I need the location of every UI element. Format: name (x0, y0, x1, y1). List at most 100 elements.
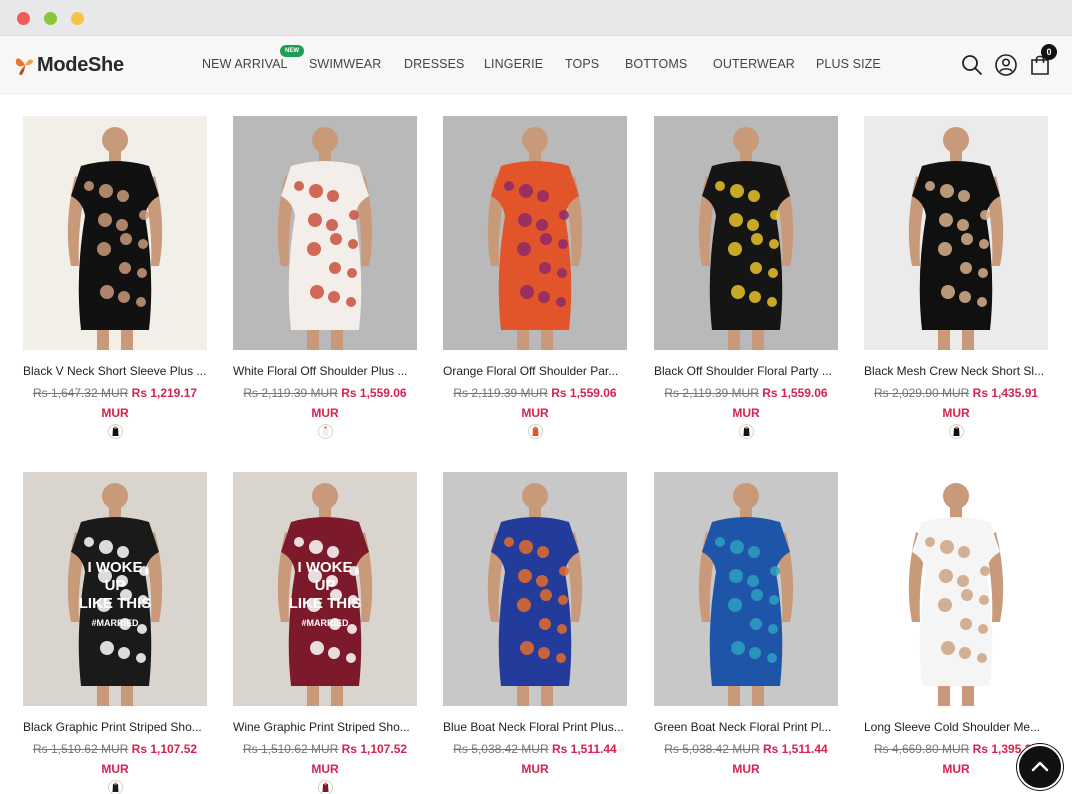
window-titlebar (0, 0, 1072, 36)
product-price: Rs 2,119.39 MUR Rs 1,559.06 MUR (233, 383, 417, 423)
model-photo (443, 116, 627, 350)
product-price: Rs 2,119.39 MUR Rs 1,559.06 MUR (443, 383, 627, 423)
color-swatch[interactable] (318, 424, 333, 439)
chevron-up-icon (1031, 761, 1049, 772)
nav-lingerie[interactable]: LINGERIE (484, 57, 543, 71)
color-swatch[interactable] (739, 424, 754, 439)
minimize-window-button[interactable] (44, 12, 57, 25)
sale-price: Rs 1,559.06 (551, 386, 617, 400)
nav-bottoms[interactable]: BOTTOMS (625, 57, 687, 71)
currency-label: MUR (942, 762, 970, 776)
product-name[interactable]: Orange Floral Off Shoulder Par... (443, 364, 629, 378)
shirt-graphic-text: #MARRIED (91, 618, 139, 628)
sale-price: Rs 1,511.44 (551, 742, 617, 756)
currency-label: MUR (521, 406, 549, 420)
close-window-button[interactable] (17, 12, 30, 25)
product-name[interactable]: Wine Graphic Print Striped Sho... (233, 720, 419, 734)
currency-label: MUR (101, 762, 129, 776)
currency-label: MUR (311, 762, 339, 776)
currency-label: MUR (311, 406, 339, 420)
sale-price: Rs 1,107.52 (341, 742, 408, 756)
product-price: Rs 1,510.62 MUR Rs 1,107.52 MUR (23, 739, 207, 779)
product-image[interactable] (654, 116, 838, 350)
model-photo: I WOKEUPLIKE THIS #MARRIED (23, 472, 207, 706)
currency-label: MUR (732, 406, 760, 420)
product-name[interactable]: Green Boat Neck Floral Print Pl... (654, 720, 840, 734)
product-image[interactable] (864, 472, 1048, 706)
search-icon[interactable] (960, 53, 984, 77)
sale-price: Rs 1,559.06 (762, 386, 828, 400)
shirt-graphic-text: I WOKE (88, 559, 143, 576)
product-image[interactable]: I WOKE UP LIKE THIS #MARRIED (23, 472, 207, 706)
nav-plus-size[interactable]: PLUS SIZE (816, 57, 881, 71)
shirt-graphic-text: I WOKE (298, 559, 353, 576)
product-name[interactable]: Long Sleeve Cold Shoulder Me... (864, 720, 1050, 734)
color-swatch[interactable] (528, 424, 543, 439)
nav-new-arrival[interactable]: NEW ARRIVAL (202, 57, 288, 71)
original-price: Rs 2,119.39 MUR (243, 386, 338, 400)
model-photo (864, 472, 1048, 706)
maximize-window-button[interactable] (71, 12, 84, 25)
shirt-graphic-text: LIKE THIS (79, 595, 152, 612)
product-name[interactable]: Black Mesh Crew Neck Short Sl... (864, 364, 1050, 378)
model-photo (654, 472, 838, 706)
product-name[interactable]: Black V Neck Short Sleeve Plus ... (23, 364, 209, 378)
product-image[interactable] (864, 116, 1048, 350)
model-photo (864, 116, 1048, 350)
original-price: Rs 2,029.90 MUR (873, 386, 970, 400)
product-name[interactable]: Blue Boat Neck Floral Print Plus... (443, 720, 629, 734)
original-price: Rs 1,647.32 MUR (32, 386, 129, 400)
brand-name: ModeShe (37, 53, 124, 76)
product-image[interactable] (23, 116, 207, 350)
nav-outerwear[interactable]: OUTERWEAR (713, 57, 795, 71)
original-price: Rs 1,510.62 MUR (242, 742, 339, 756)
product-price: Rs 5,038.42 MUR Rs 1,511.44 MUR (443, 739, 627, 779)
currency-label: MUR (101, 406, 129, 420)
account-icon[interactable] (994, 53, 1018, 77)
product-image[interactable] (654, 472, 838, 706)
nav-swimwear[interactable]: SWIMWEAR (309, 57, 381, 71)
sale-price: Rs 1,511.44 (762, 742, 828, 756)
original-price: Rs 5,038.42 MUR (453, 742, 549, 756)
sale-price: Rs 1,107.52 (131, 742, 198, 756)
product-image[interactable] (443, 116, 627, 350)
product-image[interactable]: I WOKE UP LIKE THIS #MARRIED (233, 472, 417, 706)
color-swatch[interactable] (949, 424, 964, 439)
product-price: Rs 2,029.90 MUR Rs 1,435.91 MUR (864, 383, 1048, 423)
product-name[interactable]: Black Graphic Print Striped Sho... (23, 720, 209, 734)
product-image[interactable] (233, 116, 417, 350)
product-price: Rs 2,119.39 MUR Rs 1,559.06 MUR (654, 383, 838, 423)
swatch-thumbnail (529, 425, 542, 438)
shirt-graphic-text: UP (315, 577, 336, 594)
shirt-graphic-text: LIKE THIS (289, 595, 362, 612)
nav-tops[interactable]: TOPS (565, 57, 599, 71)
new-badge: NEW (280, 45, 304, 57)
original-price: Rs 1,510.62 MUR (32, 742, 129, 756)
original-price: Rs 4,669.80 MUR (873, 742, 970, 756)
product-price: Rs 1,510.62 MUR Rs 1,107.52 MUR (233, 739, 417, 779)
swatch-thumbnail (950, 425, 963, 438)
product-image[interactable] (443, 472, 627, 706)
model-photo: I WOKEUPLIKE THIS #MARRIED (233, 472, 417, 706)
currency-label: MUR (521, 762, 549, 776)
model-photo (654, 116, 838, 350)
cart-count-badge: 0 (1041, 44, 1057, 60)
product-name[interactable]: White Floral Off Shoulder Plus ... (233, 364, 419, 378)
swatch-thumbnail (109, 425, 122, 438)
swatch-thumbnail (109, 781, 122, 794)
color-swatch[interactable] (108, 424, 123, 439)
brand-logo[interactable]: ModeShe (14, 51, 124, 79)
swatch-thumbnail (740, 425, 753, 438)
original-price: Rs 2,119.39 MUR (453, 386, 548, 400)
shirt-graphic-text: #MARRIED (301, 618, 349, 628)
back-to-top-button[interactable] (1017, 744, 1063, 790)
currency-label: MUR (732, 762, 760, 776)
model-photo (23, 116, 207, 350)
model-photo (233, 116, 417, 350)
product-grid: Black V Neck Short Sleeve Plus ... Rs 1,… (0, 94, 1072, 794)
product-name[interactable]: Black Off Shoulder Floral Party ... (654, 364, 840, 378)
color-swatch[interactable] (108, 780, 123, 794)
nav-dresses[interactable]: DRESSES (404, 57, 464, 71)
swatch-thumbnail (319, 781, 332, 794)
color-swatch[interactable] (318, 780, 333, 794)
